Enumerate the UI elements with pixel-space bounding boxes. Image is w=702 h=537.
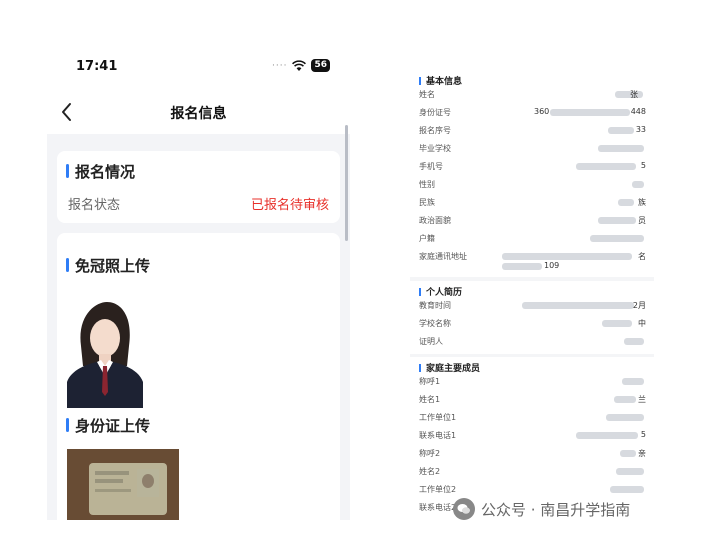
status-card-title: 报名情况 (66, 161, 135, 182)
redacted-value (590, 235, 644, 242)
phone-screenshot: 17:41 ···· 56 报名信息 报名情况 报名状态 已报名待审核 免冠照上… (47, 45, 350, 520)
nav-bar: 报名信息 (47, 90, 350, 134)
redacted-value (618, 199, 634, 206)
form-screenshot: 基本信息 姓名 张 身份证号 360 448 报名序号 33 毕业学校 手机号 … (410, 70, 654, 517)
redacted-value (576, 163, 636, 170)
redacted-value (614, 396, 636, 403)
row-edu-time: 教育时间 2月 (419, 301, 646, 310)
row-gender: 性别 (410, 176, 654, 194)
status-time: 17:41 (76, 59, 118, 74)
redacted-value (616, 468, 644, 475)
redacted-value (602, 320, 632, 327)
row-workplace-2: 工作单位2 (410, 481, 654, 499)
scrollbar[interactable] (345, 125, 348, 241)
redacted-value (576, 432, 638, 439)
watermark-text: 公众号 · 南昌升学指南 (481, 500, 631, 519)
redacted-value (608, 127, 634, 134)
redacted-value (550, 109, 630, 116)
status-label: 报名状态 (68, 198, 121, 213)
status-icons: ···· 56 (272, 59, 330, 72)
redacted-value (598, 217, 636, 224)
watermark: 公众号 · 南昌升学指南 (453, 498, 630, 520)
resume-panel: 个人简历 教育时间 2月 学校名称 中 证明人 (410, 281, 654, 354)
row-school: 毕业学校 (410, 140, 654, 158)
portrait-photo[interactable] (67, 296, 143, 408)
redacted-value (620, 450, 636, 457)
row-name: 姓名 张 (410, 86, 654, 104)
row-school-name: 学校名称 中 (419, 319, 646, 328)
signal-icon: ···· (272, 60, 288, 71)
row-reg-number: 报名序号 33 (419, 125, 646, 135)
status-bar: 17:41 ···· 56 (47, 45, 350, 90)
row-referee: 证明人 (410, 333, 654, 351)
basic-info-panel: 基本信息 姓名 张 身份证号 360 448 报名序号 33 毕业学校 手机号 … (410, 70, 654, 277)
registration-status-card: 报名情况 报名状态 已报名待审核 (57, 151, 340, 223)
redacted-value (522, 302, 634, 309)
wifi-icon (292, 59, 307, 71)
row-id-number: 身份证号 360 448 (419, 107, 646, 117)
row-relation-2: 称呼2 亲 (419, 449, 646, 458)
battery-icon: 56 (311, 59, 330, 72)
row-relation-1: 称呼1 (410, 373, 654, 391)
redacted-value (622, 378, 644, 385)
id-card-photo[interactable] (67, 449, 179, 520)
redacted-value (624, 338, 644, 345)
row-ethnicity: 民族 族 (419, 198, 646, 207)
wechat-icon (453, 498, 475, 520)
row-household: 户籍 (410, 230, 654, 248)
redacted-value (610, 486, 644, 493)
row-member-name-2: 姓名2 (410, 463, 654, 481)
redacted-value (502, 263, 542, 270)
redacted-value (632, 181, 644, 188)
row-contact-1: 联系电话1 5 (419, 430, 646, 440)
redacted-value (502, 253, 632, 260)
redacted-value (615, 91, 643, 98)
upload-card: 免冠照上传 身份证上传 (57, 233, 340, 520)
redacted-value (598, 145, 644, 152)
row-political: 政治面貌 员 (419, 216, 646, 225)
row-phone: 手机号 5 (419, 161, 646, 171)
page-title: 报名信息 (170, 106, 227, 122)
row-address: 家庭通讯地址 名 109 (419, 252, 646, 270)
row-workplace-1: 工作单位1 (410, 409, 654, 427)
family-panel: 家庭主要成员 称呼1 姓名1 兰 工作单位1 联系电话1 5 称呼2 亲 姓名2… (410, 357, 654, 517)
photo-upload-title: 免冠照上传 (66, 255, 150, 276)
id-upload-title: 身份证上传 (66, 415, 150, 436)
status-badge: 已报名待审核 (250, 198, 329, 213)
redacted-value (606, 414, 644, 421)
row-member-name-1: 姓名1 兰 (419, 395, 646, 404)
